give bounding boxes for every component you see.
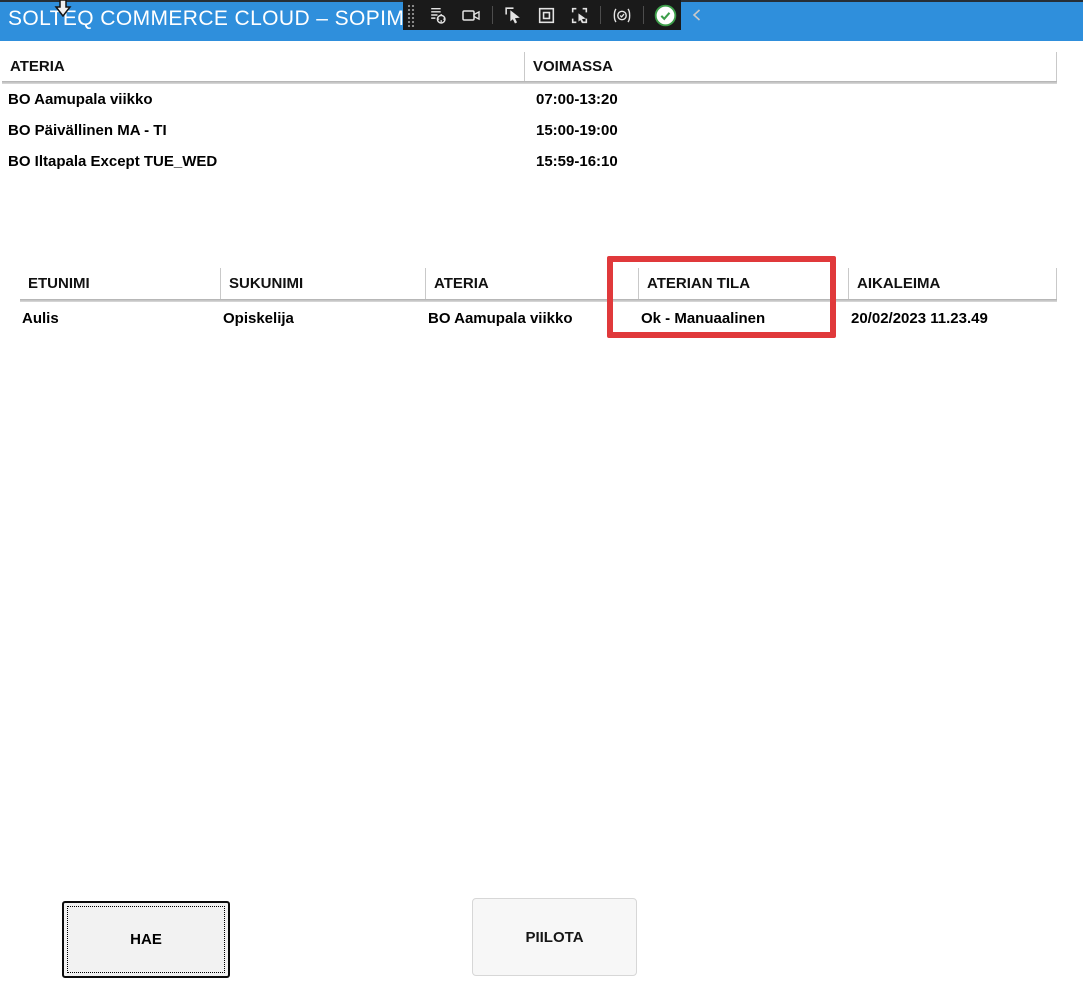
- script-steps-button[interactable]: [424, 4, 451, 27]
- piilota-button[interactable]: PIILOTA: [472, 898, 637, 976]
- collapse-chevron-icon: [689, 6, 705, 24]
- person-first-name: Aulis: [22, 310, 223, 327]
- toolbar-grip-handle[interactable]: [406, 3, 415, 27]
- person-meal-status: Ok - Manuaalinen: [641, 310, 851, 327]
- meal-valid-time: 15:59-16:10: [536, 153, 1057, 170]
- script-steps-icon: [427, 5, 448, 26]
- toolbar-separator: [600, 6, 601, 24]
- meal-name: BO Aamupala viikko: [8, 91, 536, 108]
- confirm-check-icon: [654, 4, 677, 27]
- record-camera-button[interactable]: [457, 4, 485, 27]
- person-last-name: Opiskelija: [223, 310, 428, 327]
- capture-toolbar: [403, 0, 681, 30]
- column-header-ateria: ATERIA: [2, 52, 524, 81]
- person-table: ETUNIMI SUKUNIMI ATERIA ATERIAN TILA AIK…: [20, 268, 1057, 335]
- record-camera-icon: [460, 5, 482, 26]
- meal-name: BO Päivällinen MA - TI: [8, 122, 536, 139]
- meal-row[interactable]: BO Aamupala viikko 07:00-13:20: [2, 84, 1057, 115]
- person-meal: BO Aamupala viikko: [428, 310, 641, 327]
- pick-area-button[interactable]: [566, 4, 593, 27]
- app-window: SOLTEQ COMMERCE CLOUD – SOPIMUSATERI...: [0, 0, 1083, 990]
- meal-row[interactable]: BO Iltapala Except TUE_WED 15:59-16:10: [2, 146, 1057, 177]
- meal-schedule-table: ATERIA VOIMASSA BO Aamupala viikko 07:00…: [2, 52, 1057, 177]
- mouse-cursor-icon: [53, 0, 73, 17]
- person-table-header: ETUNIMI SUKUNIMI ATERIA ATERIAN TILA AIK…: [20, 268, 1057, 299]
- pick-area-icon: [569, 5, 590, 26]
- settings-check-icon: [611, 5, 633, 26]
- select-region-icon: [536, 5, 557, 26]
- meal-name: BO Iltapala Except TUE_WED: [8, 153, 536, 170]
- person-row[interactable]: Aulis Opiskelija BO Aamupala viikko Ok -…: [20, 302, 1057, 335]
- meal-table-header: ATERIA VOIMASSA: [2, 52, 1057, 81]
- collapse-toolbar-button[interactable]: [686, 5, 708, 25]
- person-timestamp: 20/02/2023 11.23.49: [851, 310, 1057, 327]
- pick-element-icon: [503, 5, 524, 26]
- column-header-sukunimi: SUKUNIMI: [220, 268, 425, 299]
- column-header-ateria: ATERIA: [425, 268, 638, 299]
- column-header-voimassa: VOIMASSA: [524, 52, 1057, 81]
- column-header-aikaleima: AIKALEIMA: [848, 268, 1057, 299]
- toolbar-separator: [643, 6, 644, 24]
- column-header-aterian-tila: ATERIAN TILA: [638, 268, 848, 299]
- toolbar-separator: [492, 6, 493, 24]
- column-header-etunimi: ETUNIMI: [20, 268, 220, 299]
- meal-valid-time: 07:00-13:20: [536, 91, 1057, 108]
- pick-element-button[interactable]: [500, 4, 527, 27]
- settings-check-button[interactable]: [608, 4, 636, 27]
- meal-valid-time: 15:00-19:00: [536, 122, 1057, 139]
- hae-button[interactable]: HAE: [62, 901, 230, 978]
- meal-row[interactable]: BO Päivällinen MA - TI 15:00-19:00: [2, 115, 1057, 146]
- confirm-button[interactable]: [651, 3, 680, 28]
- select-region-button[interactable]: [533, 4, 560, 27]
